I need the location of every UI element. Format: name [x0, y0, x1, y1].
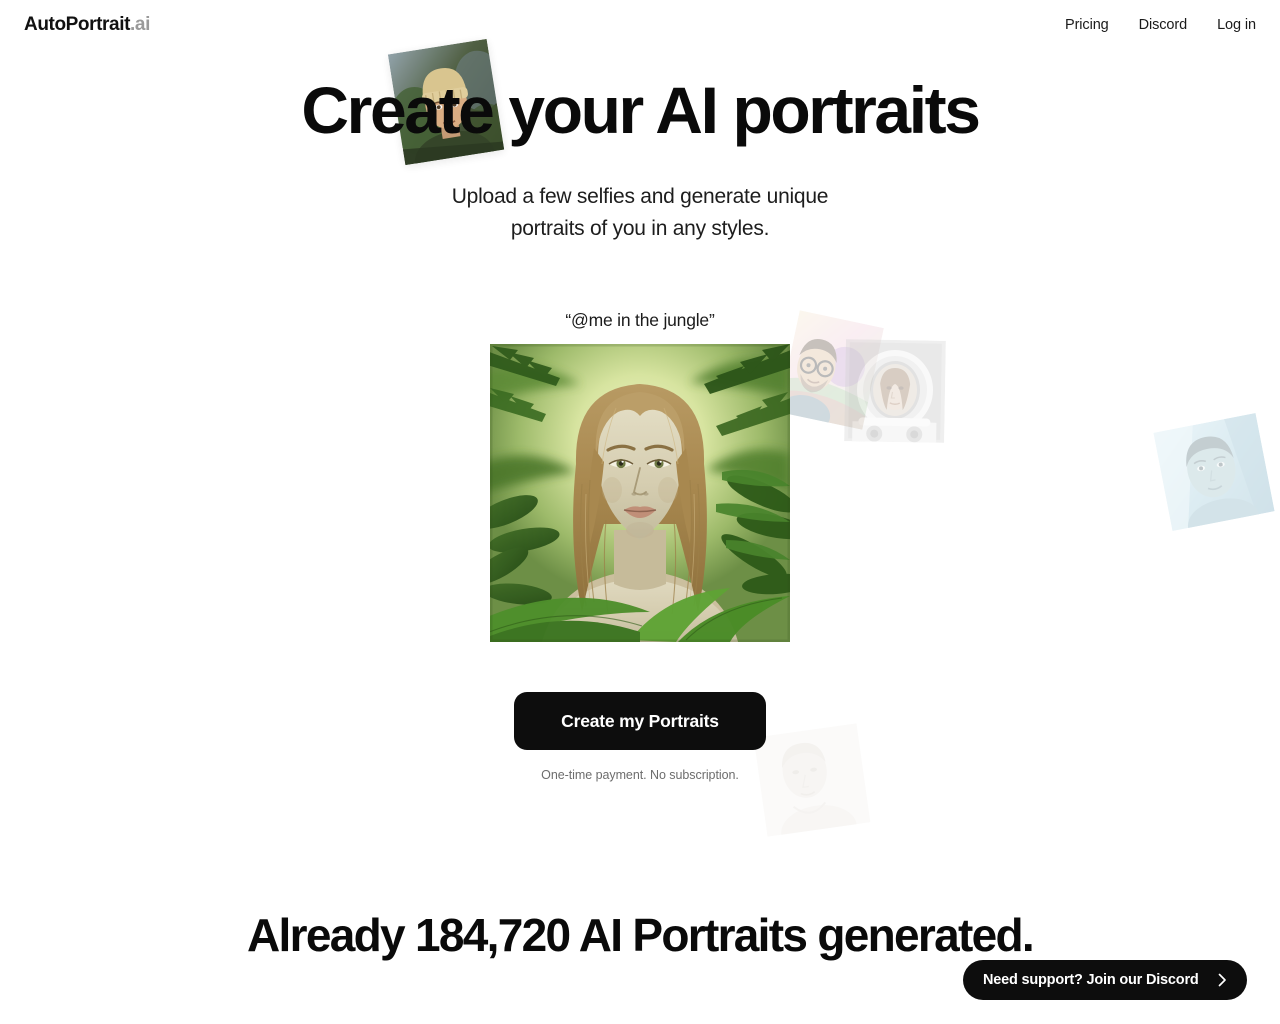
- prompt-caption: “@me in the jungle”: [565, 310, 715, 330]
- hero-subtitle: Upload a few selfies and generate unique…: [0, 181, 1280, 245]
- floating-portrait-card-astronaut: [844, 339, 946, 443]
- floating-portrait-card-blue: [1153, 412, 1275, 532]
- brand-logo-suffix: .ai: [130, 14, 150, 35]
- nav-link-discord[interactable]: Discord: [1139, 17, 1188, 33]
- hero-subtitle-line1: Upload a few selfies and generate unique: [451, 185, 829, 208]
- site-header: AutoPortrait.ai Pricing Discord Log in: [0, 0, 1280, 50]
- main-nav: Pricing Discord Log in: [1065, 17, 1256, 33]
- cta-note: One-time payment. No subscription.: [541, 768, 739, 782]
- brand-logo[interactable]: AutoPortrait.ai: [24, 14, 150, 36]
- chevron-right-icon: [1211, 969, 1233, 991]
- hero-portrait-image[interactable]: [490, 344, 790, 642]
- create-my-portraits-button[interactable]: Create my Portraits: [514, 692, 766, 750]
- brand-logo-main: AutoPortrait: [24, 14, 131, 35]
- nav-link-login[interactable]: Log in: [1217, 17, 1256, 33]
- discord-support-label: Need support? Join our Discord: [983, 972, 1199, 988]
- page-title: Create your AI portraits: [301, 73, 981, 147]
- discord-support-button[interactable]: Need support? Join our Discord: [963, 960, 1247, 1000]
- landing-page: AutoPortrait.ai Pricing Discord Log in C…: [0, 0, 1280, 1024]
- hero-subtitle-line2: portraits of you in any styles.: [510, 216, 770, 240]
- stats-headline: Already 184,720 AI Portraits generated.: [247, 909, 1035, 961]
- nav-link-pricing[interactable]: Pricing: [1065, 17, 1109, 33]
